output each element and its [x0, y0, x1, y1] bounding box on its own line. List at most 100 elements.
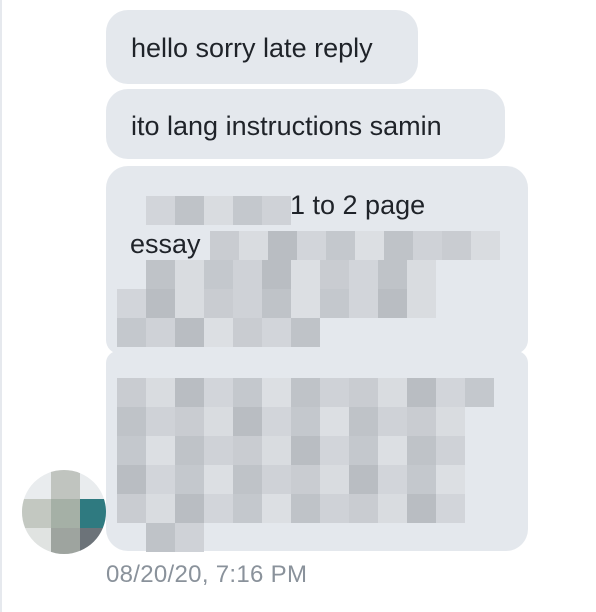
mosaic-pixel [291, 378, 320, 407]
mosaic-pixel [117, 436, 146, 465]
mosaic-pixel [262, 196, 291, 225]
mosaic-pixel [320, 436, 349, 465]
mosaic-pixel [291, 436, 320, 465]
message-bubble-1[interactable]: hello sorry late reply [106, 10, 418, 84]
mosaic-pixel [204, 436, 233, 465]
message-text-1: hello sorry late reply [131, 33, 373, 63]
mosaic-pixel [233, 289, 262, 318]
mosaic-pixel [436, 436, 465, 465]
mosaic-pixel [204, 378, 233, 407]
mosaic-pixel [349, 465, 378, 494]
mosaic-pixel [204, 196, 233, 225]
mosaic-pixel [233, 407, 262, 436]
mosaic-pixel [436, 378, 465, 407]
mosaic-pixel [204, 260, 233, 289]
mosaic-pixel [349, 289, 378, 318]
mosaic-pixel [384, 231, 413, 260]
chat-screen: hello sorry late reply ito lang instruct… [0, 0, 596, 612]
mosaic-pixel [146, 318, 175, 347]
avatar-pixel [22, 528, 51, 554]
mosaic-pixel [204, 407, 233, 436]
mosaic-pixel [378, 407, 407, 436]
avatar-pixel [51, 499, 80, 528]
mosaic-pixel [262, 407, 291, 436]
avatar-pixel [22, 470, 51, 499]
mosaic-pixel [413, 231, 442, 260]
mosaic-pixel [407, 260, 436, 289]
mosaic-pixel [146, 494, 175, 523]
screen-edge [0, 0, 2, 612]
mosaic-pixel [175, 523, 204, 552]
avatar-pixel [51, 528, 80, 554]
mosaic-pixel [291, 407, 320, 436]
mosaic-pixel [117, 465, 146, 494]
mosaic-pixel [262, 260, 291, 289]
mosaic-pixel [233, 465, 262, 494]
mosaic-pixel [291, 465, 320, 494]
mosaic-pixel [407, 289, 436, 318]
mosaic-pixel [210, 231, 239, 260]
mosaic-pixel [204, 318, 233, 347]
message-text-3-line1: 1 to 2 page [290, 190, 426, 220]
mosaic-pixel [378, 289, 407, 318]
mosaic-pixel [117, 407, 146, 436]
mosaic-pixel [291, 318, 320, 347]
mosaic-pixel [378, 260, 407, 289]
mosaic-pixel [291, 494, 320, 523]
mosaic-pixel [349, 260, 378, 289]
mosaic-pixel [233, 378, 262, 407]
mosaic-pixel [233, 318, 262, 347]
mosaic-pixel [320, 289, 349, 318]
mosaic-pixel [175, 260, 204, 289]
mosaic-pixel [117, 289, 146, 318]
avatar-pixel [51, 470, 80, 499]
mosaic-pixel [146, 523, 175, 552]
message-bubble-2[interactable]: ito lang instructions samin [106, 89, 505, 159]
avatar-pixel [80, 470, 106, 499]
mosaic-pixel [146, 289, 175, 318]
message-text-2: ito lang instructions samin [131, 111, 442, 141]
mosaic-pixel [407, 407, 436, 436]
mosaic-pixel [355, 231, 384, 260]
mosaic-pixel [262, 318, 291, 347]
mosaic-pixel [146, 465, 175, 494]
mosaic-pixel [349, 494, 378, 523]
mosaic-pixel [320, 465, 349, 494]
mosaic-pixel [268, 231, 297, 260]
mosaic-pixel [465, 378, 494, 407]
mosaic-pixel [117, 494, 146, 523]
sender-avatar[interactable] [22, 470, 106, 554]
mosaic-pixel [436, 407, 465, 436]
mosaic-pixel [175, 378, 204, 407]
mosaic-pixel [175, 436, 204, 465]
mosaic-pixel [204, 289, 233, 318]
mosaic-pixel [436, 494, 465, 523]
mosaic-pixel [146, 436, 175, 465]
mosaic-pixel [407, 378, 436, 407]
mosaic-pixel [233, 494, 262, 523]
mosaic-pixel [262, 465, 291, 494]
mosaic-pixel [175, 465, 204, 494]
message-timestamp: 08/20/20, 7:16 PM [106, 561, 308, 588]
mosaic-pixel [175, 289, 204, 318]
mosaic-pixel [320, 378, 349, 407]
avatar-pixel [22, 499, 51, 528]
message-text-3-line2: essay [130, 229, 201, 259]
mosaic-pixel [349, 436, 378, 465]
mosaic-pixel [407, 436, 436, 465]
mosaic-pixel [233, 436, 262, 465]
mosaic-pixel [262, 378, 291, 407]
mosaic-pixel [349, 378, 378, 407]
mosaic-pixel [291, 260, 320, 289]
mosaic-pixel [320, 407, 349, 436]
mosaic-pixel [262, 289, 291, 318]
mosaic-pixel [378, 378, 407, 407]
avatar-pixel [80, 499, 106, 528]
mosaic-pixel [326, 231, 355, 260]
mosaic-pixel [436, 465, 465, 494]
mosaic-pixel [204, 494, 233, 523]
mosaic-pixel [320, 494, 349, 523]
mosaic-pixel [233, 196, 262, 225]
mosaic-pixel [146, 196, 175, 225]
mosaic-pixel [175, 494, 204, 523]
